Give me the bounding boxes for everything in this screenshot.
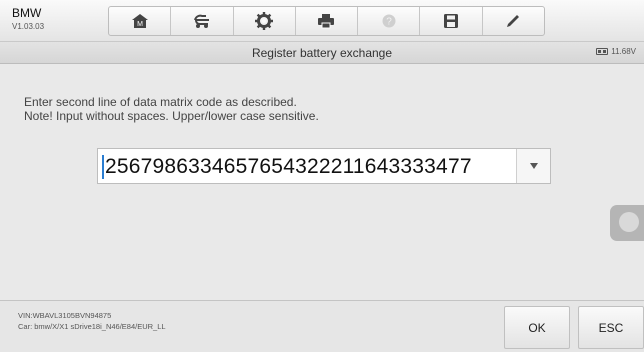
ok-button[interactable]: OK <box>504 306 570 349</box>
save-button[interactable] <box>420 7 483 35</box>
settings-button[interactable] <box>234 7 296 35</box>
vehicle-info: VIN:WBAVL3105BVN94875 Car: bmw/X/X1 sDri… <box>18 310 166 332</box>
help-icon: ? <box>382 14 396 28</box>
code-input-dropdown[interactable]: 2567986334657654322211643333477 <box>97 148 551 184</box>
help-button[interactable]: ? <box>358 7 421 35</box>
save-icon <box>444 14 459 28</box>
toolbar: M ? <box>108 6 545 36</box>
home-icon: M <box>131 14 148 28</box>
brand: BMW V1.03.03 <box>12 7 44 31</box>
vehicle-swap-icon <box>193 14 209 28</box>
page-title: Register battery exchange <box>251 46 393 60</box>
svg-text:M: M <box>137 21 143 28</box>
svg-text:?: ? <box>386 17 392 28</box>
top-bar: BMW V1.03.03 M ? <box>0 0 644 42</box>
vehicle-swap-button[interactable] <box>171 7 234 35</box>
instructions: Enter second line of data matrix code as… <box>24 95 319 123</box>
footer: VIN:WBAVL3105BVN94875 Car: bmw/X/X1 sDri… <box>0 300 644 352</box>
vehicle-make: BMW <box>12 6 42 20</box>
code-input-value[interactable]: 2567986334657654322211643333477 <box>102 155 472 179</box>
vin-text: VIN:WBAVL3105BVN94875 <box>18 311 112 320</box>
print-button[interactable] <box>296 7 359 35</box>
chevron-down-icon <box>529 163 538 169</box>
edit-button[interactable] <box>483 7 544 35</box>
pen-icon <box>507 15 520 27</box>
esc-button[interactable]: ESC <box>578 306 644 349</box>
title-bar: Register battery exchange 11.68V <box>0 42 644 64</box>
floating-assist-button[interactable] <box>610 205 644 241</box>
printer-icon <box>318 14 335 29</box>
dropdown-button[interactable] <box>516 149 550 183</box>
gear-icon <box>255 12 274 30</box>
battery-icon <box>596 48 609 55</box>
battery-indicator: 11.68V <box>596 47 636 56</box>
battery-voltage: 11.68V <box>611 47 636 56</box>
software-version: V1.03.03 <box>12 22 45 31</box>
home-button[interactable]: M <box>109 7 172 35</box>
car-text: Car: bmw/X/X1 sDrive18i_N46/E84/EUR_LL <box>18 322 166 331</box>
instruction-line-2: Note! Input without spaces. Upper/lower … <box>24 109 319 123</box>
instruction-line-1: Enter second line of data matrix code as… <box>24 95 297 109</box>
